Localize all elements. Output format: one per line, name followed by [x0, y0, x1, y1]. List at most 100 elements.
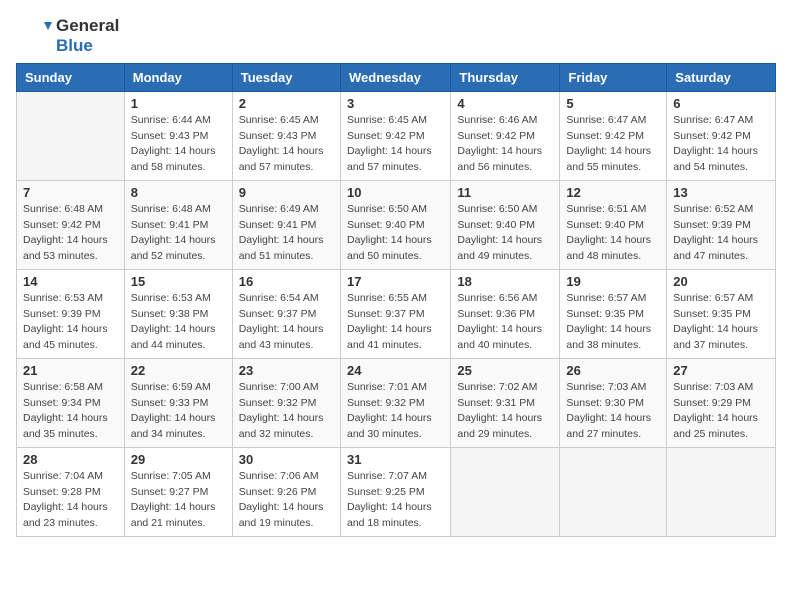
day-info: Sunrise: 6:45 AMSunset: 9:43 PMDaylight:…	[239, 113, 334, 176]
day-info: Sunrise: 6:53 AMSunset: 9:39 PMDaylight:…	[23, 291, 118, 354]
day-info: Sunrise: 7:01 AMSunset: 9:32 PMDaylight:…	[347, 380, 444, 443]
day-info: Sunrise: 6:56 AMSunset: 9:36 PMDaylight:…	[457, 291, 553, 354]
day-info: Sunrise: 6:54 AMSunset: 9:37 PMDaylight:…	[239, 291, 334, 354]
weekday-sunday: Sunday	[17, 63, 125, 91]
weekday-wednesday: Wednesday	[340, 63, 450, 91]
logo-text-block: General Blue	[56, 16, 119, 57]
calendar-cell	[17, 91, 125, 180]
calendar-cell: 4 Sunrise: 6:46 AMSunset: 9:42 PMDaylight…	[451, 91, 560, 180]
day-info: Sunrise: 6:55 AMSunset: 9:37 PMDaylight:…	[347, 291, 444, 354]
calendar-cell: 8 Sunrise: 6:48 AMSunset: 9:41 PMDaylight…	[124, 180, 232, 269]
weekday-thursday: Thursday	[451, 63, 560, 91]
day-info: Sunrise: 6:57 AMSunset: 9:35 PMDaylight:…	[566, 291, 660, 354]
calendar-cell: 9 Sunrise: 6:49 AMSunset: 9:41 PMDaylight…	[232, 180, 340, 269]
calendar-cell: 24Sunrise: 7:01 AMSunset: 9:32 PMDayligh…	[340, 358, 450, 447]
day-number: 15	[131, 274, 226, 289]
day-number: 12	[566, 185, 660, 200]
calendar-cell: 19 Sunrise: 6:57 AMSunset: 9:35 PMDayligh…	[560, 269, 667, 358]
day-number: 2	[239, 96, 334, 111]
calendar-cell: 2 Sunrise: 6:45 AMSunset: 9:43 PMDaylight…	[232, 91, 340, 180]
calendar-cell: 13Sunrise: 6:52 AMSunset: 9:39 PMDayligh…	[667, 180, 776, 269]
day-number: 9	[239, 185, 334, 200]
calendar-cell: 23 Sunrise: 7:00 AMSunset: 9:32 PMDayligh…	[232, 358, 340, 447]
calendar-cell: 12 Sunrise: 6:51 AMSunset: 9:40 PMDayligh…	[560, 180, 667, 269]
calendar-cell: 22 Sunrise: 6:59 AMSunset: 9:33 PMDayligh…	[124, 358, 232, 447]
day-info: Sunrise: 6:57 AMSunset: 9:35 PMDaylight:…	[673, 291, 769, 354]
calendar-cell: 20 Sunrise: 6:57 AMSunset: 9:35 PMDayligh…	[667, 269, 776, 358]
calendar-cell	[667, 447, 776, 536]
day-info: Sunrise: 6:53 AMSunset: 9:38 PMDaylight:…	[131, 291, 226, 354]
day-number: 11	[457, 185, 553, 200]
calendar-cell: 18 Sunrise: 6:56 AMSunset: 9:36 PMDayligh…	[451, 269, 560, 358]
calendar-cell: 6Sunrise: 6:47 AMSunset: 9:42 PMDaylight…	[667, 91, 776, 180]
day-number: 4	[457, 96, 553, 111]
calendar-cell: 26 Sunrise: 7:03 AMSunset: 9:30 PMDayligh…	[560, 358, 667, 447]
calendar-cell: 17 Sunrise: 6:55 AMSunset: 9:37 PMDayligh…	[340, 269, 450, 358]
weekday-saturday: Saturday	[667, 63, 776, 91]
day-info: Sunrise: 6:48 AMSunset: 9:42 PMDaylight:…	[23, 202, 118, 265]
weekday-tuesday: Tuesday	[232, 63, 340, 91]
day-info: Sunrise: 6:50 AMSunset: 9:40 PMDaylight:…	[457, 202, 553, 265]
day-number: 7	[23, 185, 118, 200]
day-info: Sunrise: 7:00 AMSunset: 9:32 PMDaylight:…	[239, 380, 334, 443]
calendar-cell	[451, 447, 560, 536]
day-number: 10	[347, 185, 444, 200]
logo-general: General	[56, 16, 119, 35]
day-info: Sunrise: 6:44 AMSunset: 9:43 PMDaylight:…	[131, 113, 226, 176]
calendar-cell: 31 Sunrise: 7:07 AMSunset: 9:25 PMDayligh…	[340, 447, 450, 536]
week-row-2: 7 Sunrise: 6:48 AMSunset: 9:42 PMDaylight…	[17, 180, 776, 269]
day-number: 3	[347, 96, 444, 111]
weekday-friday: Friday	[560, 63, 667, 91]
calendar-cell: 11 Sunrise: 6:50 AMSunset: 9:40 PMDayligh…	[451, 180, 560, 269]
day-info: Sunrise: 6:52 AMSunset: 9:39 PMDaylight:…	[673, 202, 769, 265]
day-info: Sunrise: 6:50 AMSunset: 9:40 PMDaylight:…	[347, 202, 444, 265]
calendar-cell: 21Sunrise: 6:58 AMSunset: 9:34 PMDayligh…	[17, 358, 125, 447]
logo-blue: Blue	[56, 36, 93, 55]
day-info: Sunrise: 7:03 AMSunset: 9:29 PMDaylight:…	[673, 380, 769, 443]
day-number: 1	[131, 96, 226, 111]
day-number: 27	[673, 363, 769, 378]
calendar-cell: 28 Sunrise: 7:04 AMSunset: 9:28 PMDayligh…	[17, 447, 125, 536]
day-info: Sunrise: 7:05 AMSunset: 9:27 PMDaylight:…	[131, 469, 226, 532]
day-number: 18	[457, 274, 553, 289]
week-row-3: 14Sunrise: 6:53 AMSunset: 9:39 PMDayligh…	[17, 269, 776, 358]
calendar-body: 1 Sunrise: 6:44 AMSunset: 9:43 PMDaylight…	[17, 91, 776, 536]
day-info: Sunrise: 7:07 AMSunset: 9:25 PMDaylight:…	[347, 469, 444, 532]
day-number: 30	[239, 452, 334, 467]
day-number: 26	[566, 363, 660, 378]
calendar-cell: 25Sunrise: 7:02 AMSunset: 9:31 PMDayligh…	[451, 358, 560, 447]
calendar-cell: 7 Sunrise: 6:48 AMSunset: 9:42 PMDaylight…	[17, 180, 125, 269]
week-row-1: 1 Sunrise: 6:44 AMSunset: 9:43 PMDaylight…	[17, 91, 776, 180]
day-number: 17	[347, 274, 444, 289]
day-number: 16	[239, 274, 334, 289]
day-info: Sunrise: 6:51 AMSunset: 9:40 PMDaylight:…	[566, 202, 660, 265]
day-number: 28	[23, 452, 118, 467]
calendar-cell: 15 Sunrise: 6:53 AMSunset: 9:38 PMDayligh…	[124, 269, 232, 358]
day-info: Sunrise: 7:03 AMSunset: 9:30 PMDaylight:…	[566, 380, 660, 443]
day-number: 19	[566, 274, 660, 289]
calendar-cell: 29 Sunrise: 7:05 AMSunset: 9:27 PMDayligh…	[124, 447, 232, 536]
day-info: Sunrise: 6:48 AMSunset: 9:41 PMDaylight:…	[131, 202, 226, 265]
day-number: 21	[23, 363, 118, 378]
day-number: 8	[131, 185, 226, 200]
day-info: Sunrise: 6:46 AMSunset: 9:42 PMDaylight:…	[457, 113, 553, 176]
calendar-cell: 1 Sunrise: 6:44 AMSunset: 9:43 PMDaylight…	[124, 91, 232, 180]
calendar-cell: 16 Sunrise: 6:54 AMSunset: 9:37 PMDayligh…	[232, 269, 340, 358]
calendar-cell: 3Sunrise: 6:45 AMSunset: 9:42 PMDaylight…	[340, 91, 450, 180]
calendar-cell: 14Sunrise: 6:53 AMSunset: 9:39 PMDayligh…	[17, 269, 125, 358]
day-number: 20	[673, 274, 769, 289]
day-number: 25	[457, 363, 553, 378]
day-number: 23	[239, 363, 334, 378]
calendar-cell: 27 Sunrise: 7:03 AMSunset: 9:29 PMDayligh…	[667, 358, 776, 447]
day-number: 22	[131, 363, 226, 378]
week-row-4: 21Sunrise: 6:58 AMSunset: 9:34 PMDayligh…	[17, 358, 776, 447]
day-info: Sunrise: 6:49 AMSunset: 9:41 PMDaylight:…	[239, 202, 334, 265]
calendar-cell: 10 Sunrise: 6:50 AMSunset: 9:40 PMDayligh…	[340, 180, 450, 269]
day-info: Sunrise: 7:04 AMSunset: 9:28 PMDaylight:…	[23, 469, 118, 532]
calendar-cell	[560, 447, 667, 536]
day-info: Sunrise: 6:47 AMSunset: 9:42 PMDaylight:…	[566, 113, 660, 176]
day-info: Sunrise: 6:59 AMSunset: 9:33 PMDaylight:…	[131, 380, 226, 443]
day-number: 29	[131, 452, 226, 467]
day-info: Sunrise: 7:06 AMSunset: 9:26 PMDaylight:…	[239, 469, 334, 532]
day-number: 31	[347, 452, 444, 467]
